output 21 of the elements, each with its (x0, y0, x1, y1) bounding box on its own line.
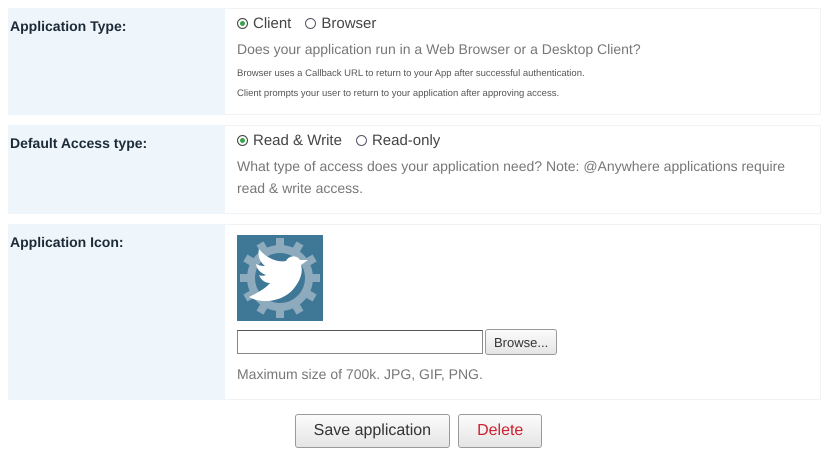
delete-button[interactable]: Delete (458, 414, 542, 448)
help-text: Browser uses a Callback URL to return to your App after successful authentication. (237, 67, 586, 81)
field-label: Application Type: (10, 18, 126, 34)
help-text: Maximum size of 700k. JPG, GIF, PNG. (237, 365, 484, 384)
help-text: What type of access does your application need? Note: @Anywhere applications require read & write access. (237, 157, 786, 198)
radio-button[interactable] (237, 135, 248, 146)
save-button[interactable]: Save application (294, 414, 450, 448)
radio-button[interactable] (356, 135, 367, 146)
field-label: Application Icon: (10, 234, 124, 250)
help-text: Client prompts your user to return to your application after approving access. (237, 87, 560, 101)
file-path-field[interactable] (237, 330, 483, 354)
gear-bird-icon (237, 235, 323, 321)
radio-button[interactable] (305, 18, 316, 29)
browse-button[interactable]: Browse... (485, 329, 558, 355)
radio-option[interactable]: Client (237, 15, 292, 32)
field-label: Default Access type: (10, 135, 148, 151)
radio-option[interactable]: Browser (305, 15, 376, 32)
help-text: Does your application run in a Web Browser or a Desktop Client? (237, 40, 642, 59)
radio-option[interactable]: Read-only (356, 132, 440, 149)
radio-button[interactable] (237, 18, 248, 29)
radio-option[interactable]: Read & Write (237, 132, 342, 149)
